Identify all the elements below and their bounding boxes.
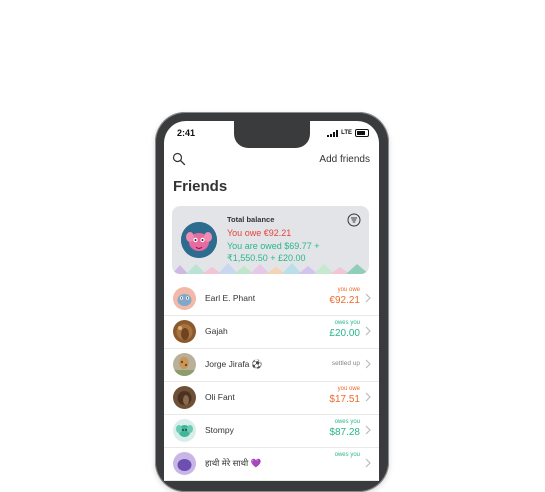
friend-avatar <box>173 386 196 409</box>
chevron-right-icon <box>365 458 371 468</box>
status-indicators: LTE <box>327 129 369 137</box>
friend-row[interactable]: हाथी मेरे साथी 💜 owes you <box>164 448 379 481</box>
app-screen: 2:41 LTE Add friends Friends Total balan… <box>164 121 379 481</box>
friend-name: Gajah <box>205 326 228 336</box>
card-zigzag-decoration <box>172 263 369 274</box>
total-balance-label: Total balance <box>227 215 275 224</box>
you-owe-total: You owe €92.21 <box>227 228 292 238</box>
friend-name: Oli Fant <box>205 392 235 402</box>
friend-name: Stompy <box>205 425 234 435</box>
search-icon[interactable] <box>172 152 186 166</box>
friend-row[interactable]: Stompy owes you $87.28 <box>164 415 379 448</box>
balance-status: owes you <box>334 452 360 458</box>
friend-name: Earl E. Phant <box>205 293 256 303</box>
friend-name: Jorge Jirafa ⚽ <box>205 359 263 369</box>
balance-status: settled up <box>331 360 360 367</box>
balance-status: you owe <box>337 386 360 392</box>
battery-icon <box>355 129 369 137</box>
balance-status: owes you <box>334 419 360 425</box>
friend-name: हाथी मेरे साथी 💜 <box>205 458 262 468</box>
balance-amount: $17.51 <box>329 394 360 405</box>
friend-row[interactable]: Gajah owes you £20.00 <box>164 316 379 349</box>
balance-amount: €92.21 <box>329 295 360 306</box>
add-friends-button[interactable]: Add friends <box>319 154 370 165</box>
friend-row[interactable]: Earl E. Phant you owe €92.21 <box>164 283 379 316</box>
friend-avatar <box>173 320 196 343</box>
chevron-right-icon <box>365 326 371 336</box>
friend-avatar <box>173 287 196 310</box>
friend-avatar <box>173 452 196 475</box>
total-balance-card[interactable]: Total balance You owe €92.21 You are owe… <box>172 206 369 274</box>
friend-row[interactable]: Oli Fant you owe $17.51 <box>164 382 379 415</box>
status-time: 2:41 <box>177 128 196 138</box>
user-avatar <box>181 222 217 258</box>
signal-icon <box>327 129 339 137</box>
phone-notch <box>234 121 310 148</box>
chevron-right-icon <box>365 425 371 435</box>
friend-avatar <box>173 353 196 376</box>
friend-row[interactable]: Jorge Jirafa ⚽ settled up <box>164 349 379 382</box>
chevron-right-icon <box>365 392 371 402</box>
friends-list: Earl E. Phant you owe €92.21 Gajah owes … <box>164 283 379 481</box>
page-title: Friends <box>173 178 228 195</box>
balance-amount: $87.28 <box>329 427 360 438</box>
balance-status: you owe <box>337 287 360 293</box>
chevron-right-icon <box>365 359 371 369</box>
network-label: LTE <box>341 130 352 136</box>
friend-avatar <box>173 419 196 442</box>
balance-status: owes you <box>334 320 360 326</box>
you-are-owed-total: You are owed $69.77 + ₹1,550.50 + £20.00 <box>227 241 320 263</box>
filter-icon[interactable] <box>347 213 361 227</box>
balance-amount: £20.00 <box>329 328 360 339</box>
chevron-right-icon <box>365 293 371 303</box>
